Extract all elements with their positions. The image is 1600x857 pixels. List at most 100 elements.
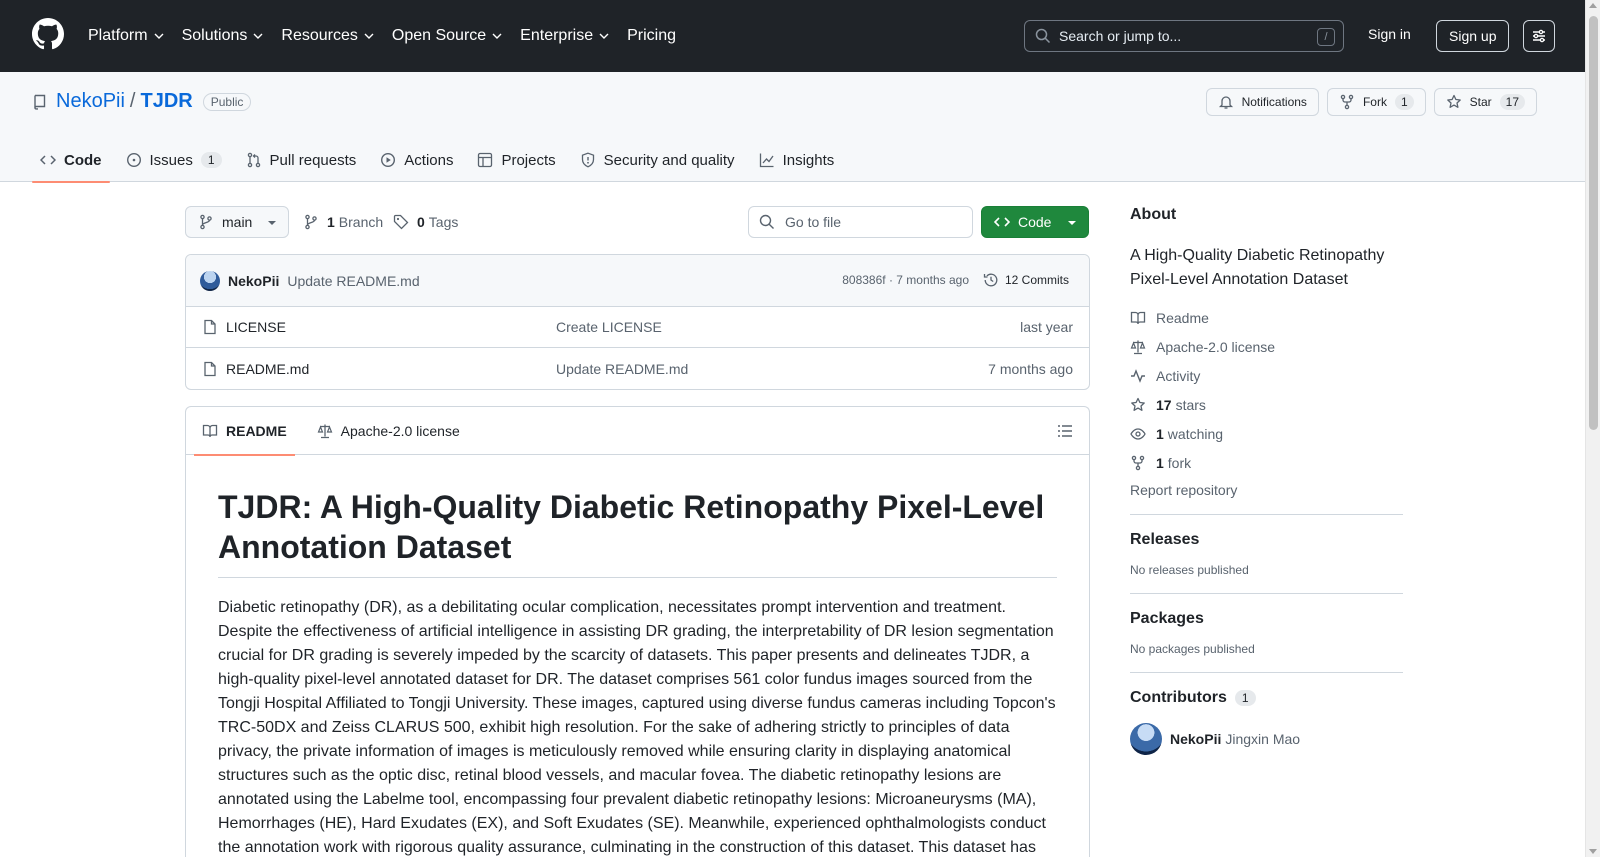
releases-empty-text: No releases published <box>1130 563 1249 577</box>
scroll-down-arrow-icon[interactable] <box>1589 849 1597 854</box>
file-list: NekoPii Update README.md 808386f · 7 mon… <box>185 254 1090 390</box>
law-icon <box>1130 340 1146 354</box>
stars-link[interactable]: 17 stars <box>1130 395 1403 414</box>
sliders-menu-button[interactable] <box>1523 20 1555 52</box>
commits-link[interactable]: 12 Commits <box>983 272 1069 288</box>
file-row[interactable]: LICENSE Create LICENSE last year <box>186 307 1089 348</box>
repo-path-separator: / <box>129 90 136 112</box>
code-dropdown-button[interactable]: Code <box>981 206 1089 238</box>
caret-down-icon <box>268 221 276 225</box>
repo-icon <box>34 94 46 110</box>
packages-heading[interactable]: Packages <box>1130 610 1403 628</box>
table-icon <box>478 152 493 168</box>
eye-icon <box>1130 427 1146 440</box>
tab-security[interactable]: Security and quality <box>572 138 743 182</box>
releases-heading[interactable]: Releases <box>1130 531 1403 549</box>
pull-request-icon <box>247 152 260 168</box>
commit-author-link[interactable]: NekoPii <box>228 273 279 289</box>
global-nav: Platform Solutions Resources Open Source… <box>88 0 694 72</box>
divider <box>1130 672 1403 673</box>
tab-issues[interactable]: Issues 1 <box>118 138 230 182</box>
nav-open-source[interactable]: Open Source <box>392 27 502 45</box>
file-commit-message[interactable]: Create LICENSE <box>556 319 662 335</box>
page-scrollbar[interactable] <box>1585 0 1600 857</box>
contributor-name: Jingxin Mao <box>1225 731 1301 747</box>
branches-link[interactable]: 1 Branch <box>303 214 383 230</box>
contributors-count: 1 <box>1234 690 1256 706</box>
tab-license[interactable]: Apache-2.0 license <box>309 407 468 455</box>
repo-actions: Notifications Fork 1 Star 17 <box>1198 88 1537 116</box>
nav-resources[interactable]: Resources <box>281 27 374 45</box>
repo-tabs: Code Issues 1 Pull requests Actions Proj… <box>32 138 850 183</box>
outline-list-icon[interactable] <box>1057 423 1073 439</box>
repo-owner-link[interactable]: NekoPii <box>56 90 125 113</box>
star-button[interactable]: Star 17 <box>1433 88 1537 116</box>
tab-readme[interactable]: README <box>194 407 295 456</box>
notifications-button[interactable]: Notifications <box>1205 88 1319 116</box>
search-icon <box>759 214 774 229</box>
global-search-input[interactable]: Search or jump to... / <box>1024 20 1344 52</box>
license-link[interactable]: Apache-2.0 license <box>1130 337 1403 356</box>
latest-commit-row: NekoPii Update README.md 808386f · 7 mon… <box>186 255 1089 307</box>
repo-name-link[interactable]: TJDR <box>140 90 192 113</box>
branch-select-button[interactable]: main <box>185 206 289 238</box>
chevron-down-icon <box>253 33 263 39</box>
star-icon <box>1131 397 1145 411</box>
sign-up-button[interactable]: Sign up <box>1436 20 1510 52</box>
readme-paragraph: Diabetic retinopathy (DR), as a debilita… <box>218 599 1056 856</box>
activity-link[interactable]: Activity <box>1130 366 1403 385</box>
star-icon <box>1446 94 1461 108</box>
readme-panel: README Apache-2.0 license TJDR: A High-Q… <box>185 406 1090 857</box>
github-logo-icon[interactable] <box>32 18 64 50</box>
avatar[interactable] <box>200 270 220 291</box>
file-commit-message[interactable]: Update README.md <box>556 361 688 377</box>
readme-content: TJDR: A High-Quality Diabetic Retinopath… <box>186 455 1089 857</box>
nav-platform[interactable]: Platform <box>88 27 164 45</box>
nav-enterprise[interactable]: Enterprise <box>520 27 609 45</box>
contributor-item[interactable]: NekoPii Jingxin Mao <box>1130 723 1403 755</box>
main-column: main 1 Branch 0 Tags Go to file Code Nek… <box>185 206 1090 857</box>
report-repository-link[interactable]: Report repository <box>1130 482 1403 498</box>
commit-hash-time[interactable]: 808386f · 7 months ago <box>842 273 969 287</box>
file-name-link[interactable]: LICENSE <box>226 319 286 335</box>
graph-icon <box>759 153 774 168</box>
file-icon <box>204 361 216 376</box>
sign-in-link[interactable]: Sign in <box>1368 26 1411 42</box>
scrollbar-thumb[interactable] <box>1589 16 1598 430</box>
contributor-login[interactable]: NekoPii <box>1170 731 1221 747</box>
about-heading: About <box>1130 206 1177 223</box>
tab-insights[interactable]: Insights <box>751 138 843 182</box>
branch-icon <box>200 214 212 230</box>
tags-link[interactable]: 0 Tags <box>393 214 458 230</box>
sliders-icon <box>1533 29 1545 43</box>
tab-actions[interactable]: Actions <box>372 138 461 182</box>
file-row[interactable]: README.md Update README.md 7 months ago <box>186 348 1089 389</box>
avatar[interactable] <box>1130 723 1162 755</box>
tab-projects[interactable]: Projects <box>469 138 563 182</box>
chevron-down-icon <box>364 33 374 39</box>
nav-pricing[interactable]: Pricing <box>627 27 676 45</box>
scroll-up-arrow-icon[interactable] <box>1589 3 1597 8</box>
law-icon <box>317 424 333 438</box>
tab-pull-requests[interactable]: Pull requests <box>238 138 365 182</box>
tab-code[interactable]: Code <box>32 138 110 183</box>
file-name-link[interactable]: README.md <box>226 361 309 377</box>
readme-link[interactable]: Readme <box>1130 308 1403 327</box>
search-placeholder: Search or jump to... <box>1059 28 1182 44</box>
divider <box>1130 593 1403 594</box>
code-icon <box>994 217 1010 227</box>
commit-message-link[interactable]: Update README.md <box>287 273 419 289</box>
fork-button[interactable]: Fork 1 <box>1326 88 1426 116</box>
shield-icon <box>581 152 594 168</box>
forks-link[interactable]: 1 fork <box>1130 453 1403 472</box>
issue-icon <box>126 152 141 168</box>
search-icon <box>1035 28 1051 44</box>
file-icon <box>204 319 216 335</box>
watchers-link[interactable]: 1 watching <box>1130 424 1403 443</box>
nav-solutions[interactable]: Solutions <box>182 27 264 45</box>
chevron-down-icon <box>599 33 609 39</box>
go-to-file-input[interactable]: Go to file <box>748 206 973 238</box>
book-icon <box>202 424 218 437</box>
divider <box>1130 514 1403 515</box>
contributors-heading[interactable]: Contributors 1 <box>1130 689 1403 707</box>
